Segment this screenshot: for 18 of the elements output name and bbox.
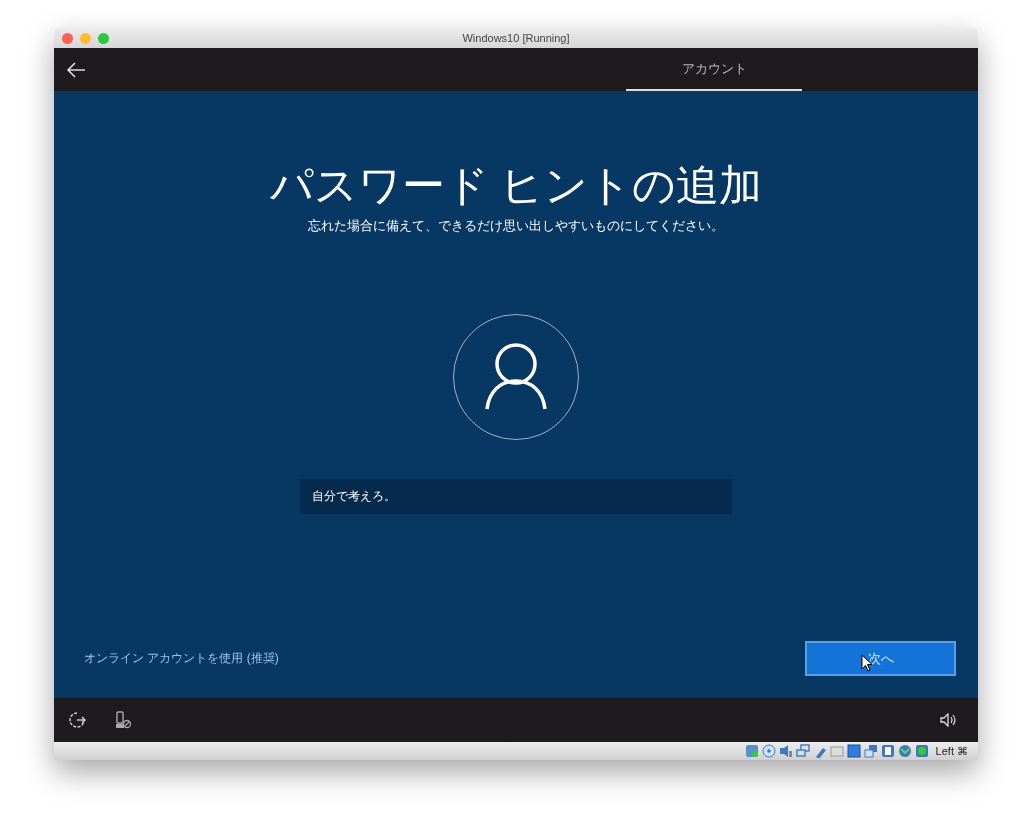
microphone-muted-icon	[114, 711, 132, 729]
online-account-link[interactable]: オンライン アカウントを使用 (推奨)	[84, 650, 279, 667]
windows-icon[interactable]	[863, 744, 878, 758]
next-button[interactable]: 次へ	[805, 641, 956, 676]
back-arrow-icon	[66, 61, 86, 78]
window-title: Windows10 [Running]	[462, 32, 570, 44]
display-icon[interactable]	[795, 744, 810, 758]
screen-icon[interactable]	[846, 744, 861, 758]
ease-of-access-icon	[68, 711, 86, 729]
volume-icon	[940, 713, 956, 727]
host-key-label: Left ⌘	[935, 744, 968, 758]
subtitle: 忘れた場合に備えて、できるだけ思い出しやすいものにしてください。	[308, 217, 724, 235]
audio-icon[interactable]	[778, 744, 793, 758]
heading: パスワード ヒントの追加	[269, 160, 763, 211]
optical-disc-icon[interactable]	[761, 744, 776, 758]
hint-input-field[interactable]: 自分で考えろ。	[300, 479, 732, 514]
user-avatar-icon	[452, 313, 580, 441]
close-button[interactable]	[62, 33, 73, 44]
